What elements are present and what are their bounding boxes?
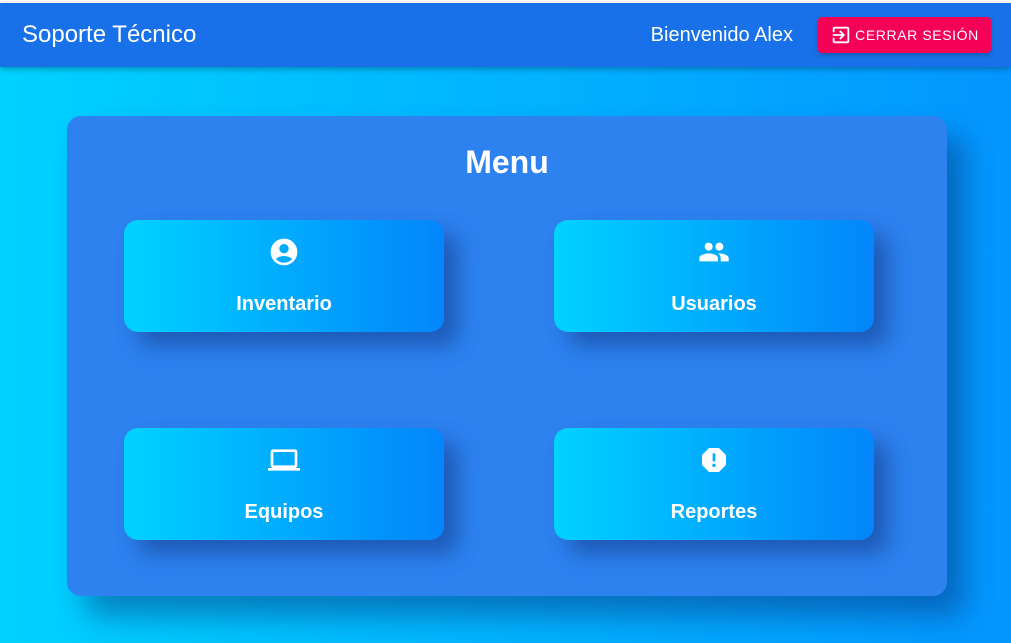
menu-tile-equipos[interactable]: Equipos: [124, 428, 444, 540]
menu-panel: Menu Inventario Usuarios Equipos Reporte…: [67, 116, 947, 596]
menu-tile-label: Equipos: [244, 501, 324, 523]
welcome-message: Bienvenido Alex: [650, 24, 793, 46]
laptop-icon: [268, 449, 300, 471]
report-icon: [702, 448, 726, 472]
menu-tile-reportes[interactable]: Reportes: [554, 428, 874, 540]
menu-title: Menu: [465, 144, 549, 180]
logout-label: CERRAR SESIÓN: [855, 27, 979, 43]
account-circle-icon: [270, 238, 298, 266]
app-bar: Soporte Técnico Bienvenido Alex CERRAR S…: [0, 3, 1011, 67]
menu-tile-label: Reportes: [670, 501, 758, 523]
menu-tile-label: Inventario: [236, 293, 332, 315]
menu-tile-label: Usuarios: [671, 293, 757, 315]
exit-to-app-icon: [832, 26, 850, 44]
menu-tile-inventario[interactable]: Inventario: [124, 220, 444, 332]
people-icon: [699, 242, 729, 262]
menu-tile-usuarios[interactable]: Usuarios: [554, 220, 874, 332]
app-title: Soporte Técnico: [22, 21, 197, 48]
logout-button[interactable]: CERRAR SESIÓN: [818, 17, 991, 53]
